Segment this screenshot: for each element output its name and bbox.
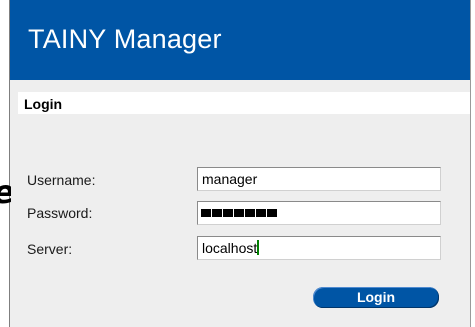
password-mask-char [201,209,211,217]
window-frame-left [0,0,9,327]
password-mask-char [256,209,266,217]
password-mask-char [245,209,255,217]
server-input-content: localhost [202,240,260,256]
password-mask [201,209,277,217]
server-label: Server: [27,241,73,257]
password-mask-char [223,209,233,217]
password-mask-char [267,209,277,217]
password-field[interactable] [197,201,441,225]
username-field[interactable]: manager [197,167,441,191]
app-header: TAINY Manager [10,0,470,80]
login-section-title: Login [24,96,63,112]
app-title: TAINY Manager [28,24,222,54]
username-value: manager [202,171,258,187]
password-mask-char [234,209,244,217]
background-text-glyph: e [0,173,11,209]
server-field[interactable]: localhost [197,236,441,260]
text-caret [257,240,260,255]
login-button-label: Login [356,289,396,305]
password-mask-char [212,209,222,217]
username-label: Username: [27,172,96,188]
password-label: Password: [27,205,93,221]
login-button[interactable]: Login [313,287,439,308]
login-section-header: Login [18,92,470,114]
background-text-fragment: e [0,173,11,209]
window-frame-right [471,0,475,327]
server-value: localhost [202,240,258,256]
login-dialog: TAINY Manager Login Username: manager Pa… [10,0,470,327]
